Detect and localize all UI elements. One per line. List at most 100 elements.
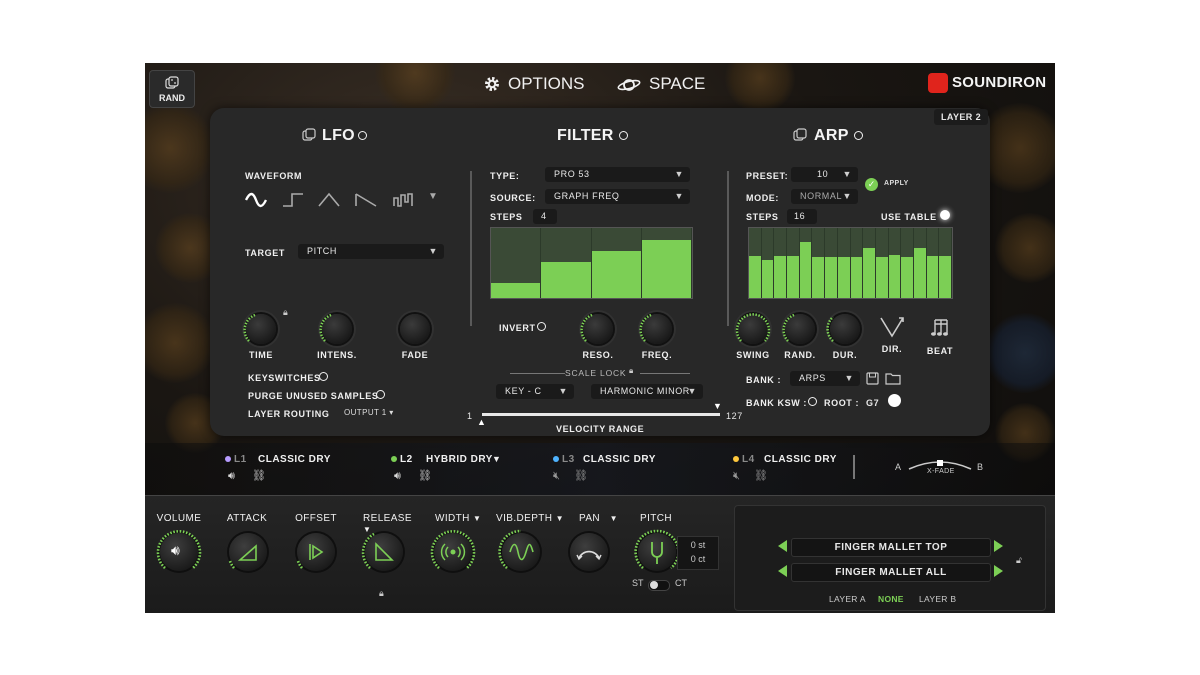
arp-step[interactable] <box>926 256 939 298</box>
arp-step[interactable] <box>749 256 761 298</box>
arp-step[interactable] <box>888 254 901 298</box>
mallet-top-field[interactable]: FINGER MALLET TOP <box>791 538 991 557</box>
pan-knob[interactable] <box>570 533 608 571</box>
bank-dropdown[interactable]: ARPS ▼ <box>790 371 860 386</box>
velocity-low-handle[interactable]: ▲ <box>477 417 486 427</box>
speaker-icon[interactable]: 🔊︎ <box>228 470 235 483</box>
arp-step[interactable] <box>901 257 913 298</box>
vib-depth-label-group[interactable]: VIB.DEPTH ▼ <box>496 513 586 524</box>
mute-icon[interactable]: 🔇︎ <box>553 470 560 483</box>
arp-rand-knob[interactable] <box>782 313 815 344</box>
filter-step-table[interactable] <box>490 227 693 299</box>
velocity-range-slider[interactable] <box>482 413 720 416</box>
none-option[interactable]: NONE <box>878 594 904 604</box>
filter-step[interactable] <box>591 251 641 298</box>
mallet-all-field[interactable]: FINGER MALLET ALL <box>791 563 991 582</box>
filter-power-toggle[interactable] <box>619 131 628 140</box>
filter-step[interactable] <box>541 261 591 298</box>
layer-slot-1[interactable]: L1 CLASSIC DRY 🔊︎ ⛓︎ <box>225 453 345 488</box>
waveform-dropdown-icon[interactable]: ▼ <box>428 191 438 202</box>
arp-step[interactable] <box>787 256 799 298</box>
lfo-power-toggle[interactable] <box>358 131 367 140</box>
freq-knob[interactable] <box>639 313 672 344</box>
folder-icon[interactable] <box>885 372 901 385</box>
bank-ksw-toggle[interactable] <box>808 397 817 406</box>
link-icon[interactable]: ⛓︎ <box>252 469 266 482</box>
arp-step[interactable] <box>913 247 926 298</box>
saw-wave-icon[interactable] <box>355 192 377 208</box>
keyswitches-toggle[interactable] <box>319 372 328 381</box>
st-ct-toggle[interactable] <box>648 580 670 591</box>
random-wave-icon[interactable] <box>393 192 415 208</box>
vib-depth-knob[interactable] <box>498 529 540 571</box>
velocity-high-handle[interactable]: ▼ <box>713 401 722 411</box>
lock-icon[interactable]: 🔓︎ <box>1016 555 1022 566</box>
target-dropdown[interactable]: PITCH ▼ <box>298 244 444 259</box>
arp-dice-icon[interactable] <box>793 128 807 142</box>
mode-dropdown[interactable]: NORMAL ▼ <box>791 189 858 204</box>
arp-step[interactable] <box>812 257 825 298</box>
pitch-knob[interactable] <box>634 529 680 571</box>
xfade-control[interactable]: A B X-FADE <box>895 455 987 485</box>
layer-slot-3[interactable]: L3 CLASSIC DRY 🔇︎ ⛓︎ <box>553 453 683 488</box>
arp-step[interactable] <box>850 257 863 298</box>
save-icon[interactable] <box>866 372 879 385</box>
next-arrow-icon[interactable] <box>994 565 1003 577</box>
release-knob[interactable] <box>361 532 403 571</box>
mute-icon[interactable]: 🔇︎ <box>733 470 740 483</box>
filter-step[interactable] <box>641 239 691 298</box>
filter-step[interactable] <box>491 282 541 298</box>
prev-arrow-icon[interactable] <box>778 565 787 577</box>
layer-a-option[interactable]: LAYER A <box>829 594 866 604</box>
link-icon[interactable]: ⛓︎ <box>754 469 768 482</box>
prev-arrow-icon[interactable] <box>778 540 787 552</box>
square-wave-icon[interactable] <box>282 192 304 208</box>
output-dropdown[interactable]: OUTPUT 1 ▾ <box>344 408 394 417</box>
rand-button[interactable]: RAND <box>149 70 195 108</box>
chevron-down-icon[interactable]: ▼ <box>492 454 501 464</box>
link-icon[interactable]: ⛓︎ <box>418 469 432 482</box>
arp-step[interactable] <box>837 257 850 298</box>
arp-step-table[interactable] <box>748 227 953 299</box>
arp-step[interactable] <box>875 257 888 298</box>
direction-icon[interactable] <box>879 316 905 338</box>
width-label-group[interactable]: WIDTH ▼ <box>435 513 495 524</box>
lock-icon[interactable]: 🔒︎ <box>283 307 288 318</box>
attack-knob[interactable] <box>228 533 267 571</box>
lfo-intens-knob[interactable] <box>319 313 352 344</box>
preset-dropdown[interactable]: 10 ▼ <box>791 167 858 182</box>
sine-wave-icon[interactable] <box>245 192 267 208</box>
root-toggle[interactable] <box>888 394 901 407</box>
dur-knob[interactable] <box>826 314 860 344</box>
arp-step[interactable] <box>799 242 812 298</box>
filter-source-dropdown[interactable]: GRAPH FREQ ▼ <box>545 189 690 204</box>
reso-knob[interactable] <box>580 313 613 344</box>
layer-slot-4[interactable]: L4 CLASSIC DRY 🔇︎ ⛓︎ <box>733 453 863 488</box>
layer-b-option[interactable]: LAYER B <box>919 594 956 604</box>
lfo-fade-knob[interactable] <box>400 314 430 344</box>
filter-steps-field[interactable]: 4 <box>533 209 557 224</box>
filter-type-dropdown[interactable]: PRO 53 ▼ <box>545 167 690 182</box>
lock-icon[interactable]: 🔒︎ <box>379 588 384 599</box>
swing-knob[interactable] <box>735 313 771 344</box>
arp-step[interactable] <box>939 256 951 298</box>
arp-steps-field[interactable]: 16 <box>787 209 817 224</box>
beat-icon[interactable] <box>930 314 952 338</box>
offset-knob[interactable] <box>296 533 335 571</box>
width-knob[interactable] <box>430 530 476 571</box>
next-arrow-icon[interactable] <box>994 540 1003 552</box>
invert-toggle[interactable] <box>537 322 546 331</box>
volume-knob[interactable]: 🔊︎ <box>156 530 202 571</box>
lfo-time-knob[interactable] <box>243 313 276 344</box>
use-table-toggle[interactable] <box>940 210 950 220</box>
arp-step[interactable] <box>774 256 787 298</box>
speaker-icon[interactable]: 🔊︎ <box>394 470 401 483</box>
arp-step[interactable] <box>863 247 875 298</box>
arp-power-toggle[interactable] <box>854 131 863 140</box>
key-dropdown[interactable]: KEY - C ▼ <box>496 384 574 399</box>
link-icon[interactable]: ⛓︎ <box>574 469 588 482</box>
lock-icon[interactable]: 🔒︎ <box>629 366 633 376</box>
scale-dropdown[interactable]: HARMONIC MINOR ▼ <box>591 384 703 399</box>
arp-step[interactable] <box>761 259 774 298</box>
lfo-dice-icon[interactable] <box>302 128 316 142</box>
